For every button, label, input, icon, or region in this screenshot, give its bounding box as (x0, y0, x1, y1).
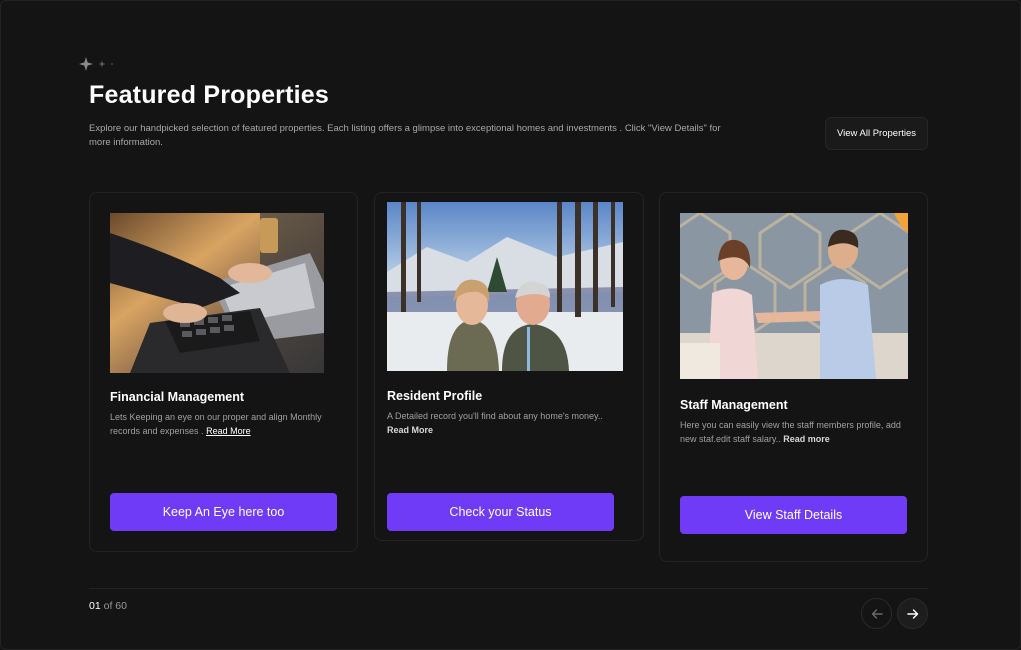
pagination-separator: of (100, 600, 116, 612)
card-description: Lets Keeping an eye on our proper and al… (110, 410, 340, 438)
divider (89, 588, 928, 589)
pagination-counter: 01 of 60 (89, 600, 127, 612)
next-page-button[interactable] (897, 598, 928, 629)
card-description-text: A Detailed record you'll find about any … (387, 411, 603, 421)
pagination-total: 60 (115, 600, 127, 612)
card-financial-management: Financial Management Lets Keeping an eye… (89, 192, 358, 552)
card-description: A Detailed record you'll find about any … (387, 409, 627, 437)
sparkles-icon (79, 57, 113, 71)
card-description: Here you can easily view the staff membe… (680, 418, 910, 446)
keep-an-eye-button[interactable]: Keep An Eye here too (110, 493, 337, 531)
check-status-button[interactable]: Check your Status (387, 493, 614, 531)
page-frame: Featured Properties Explore our handpick… (0, 0, 1021, 650)
pagination-current: 01 (89, 600, 101, 612)
read-more-link[interactable]: Read More (206, 426, 251, 436)
read-more-link[interactable]: Read more (783, 434, 830, 444)
section-title: Featured Properties (89, 81, 329, 109)
read-more-link[interactable]: Read More (387, 425, 433, 435)
card-title: Financial Management (110, 390, 245, 404)
view-all-properties-button[interactable]: View All Properties (825, 117, 928, 150)
card-resident-profile: Resident Profile A Detailed record you'l… (374, 192, 644, 541)
arrow-right-icon (906, 608, 918, 619)
previous-page-button[interactable] (861, 598, 892, 629)
arrow-left-icon (871, 608, 883, 619)
section-description: Explore our handpicked selection of feat… (89, 123, 721, 148)
card-staff-management: Staff Management Here you can easily vie… (659, 192, 928, 562)
couple-selfie-snow-photo (387, 202, 623, 371)
view-staff-details-button[interactable]: View Staff Details (680, 496, 907, 534)
card-title: Resident Profile (387, 389, 483, 403)
card-title: Staff Management (680, 398, 788, 412)
office-handshake-photo (680, 213, 908, 379)
calculator-laptop-photo (110, 213, 324, 373)
